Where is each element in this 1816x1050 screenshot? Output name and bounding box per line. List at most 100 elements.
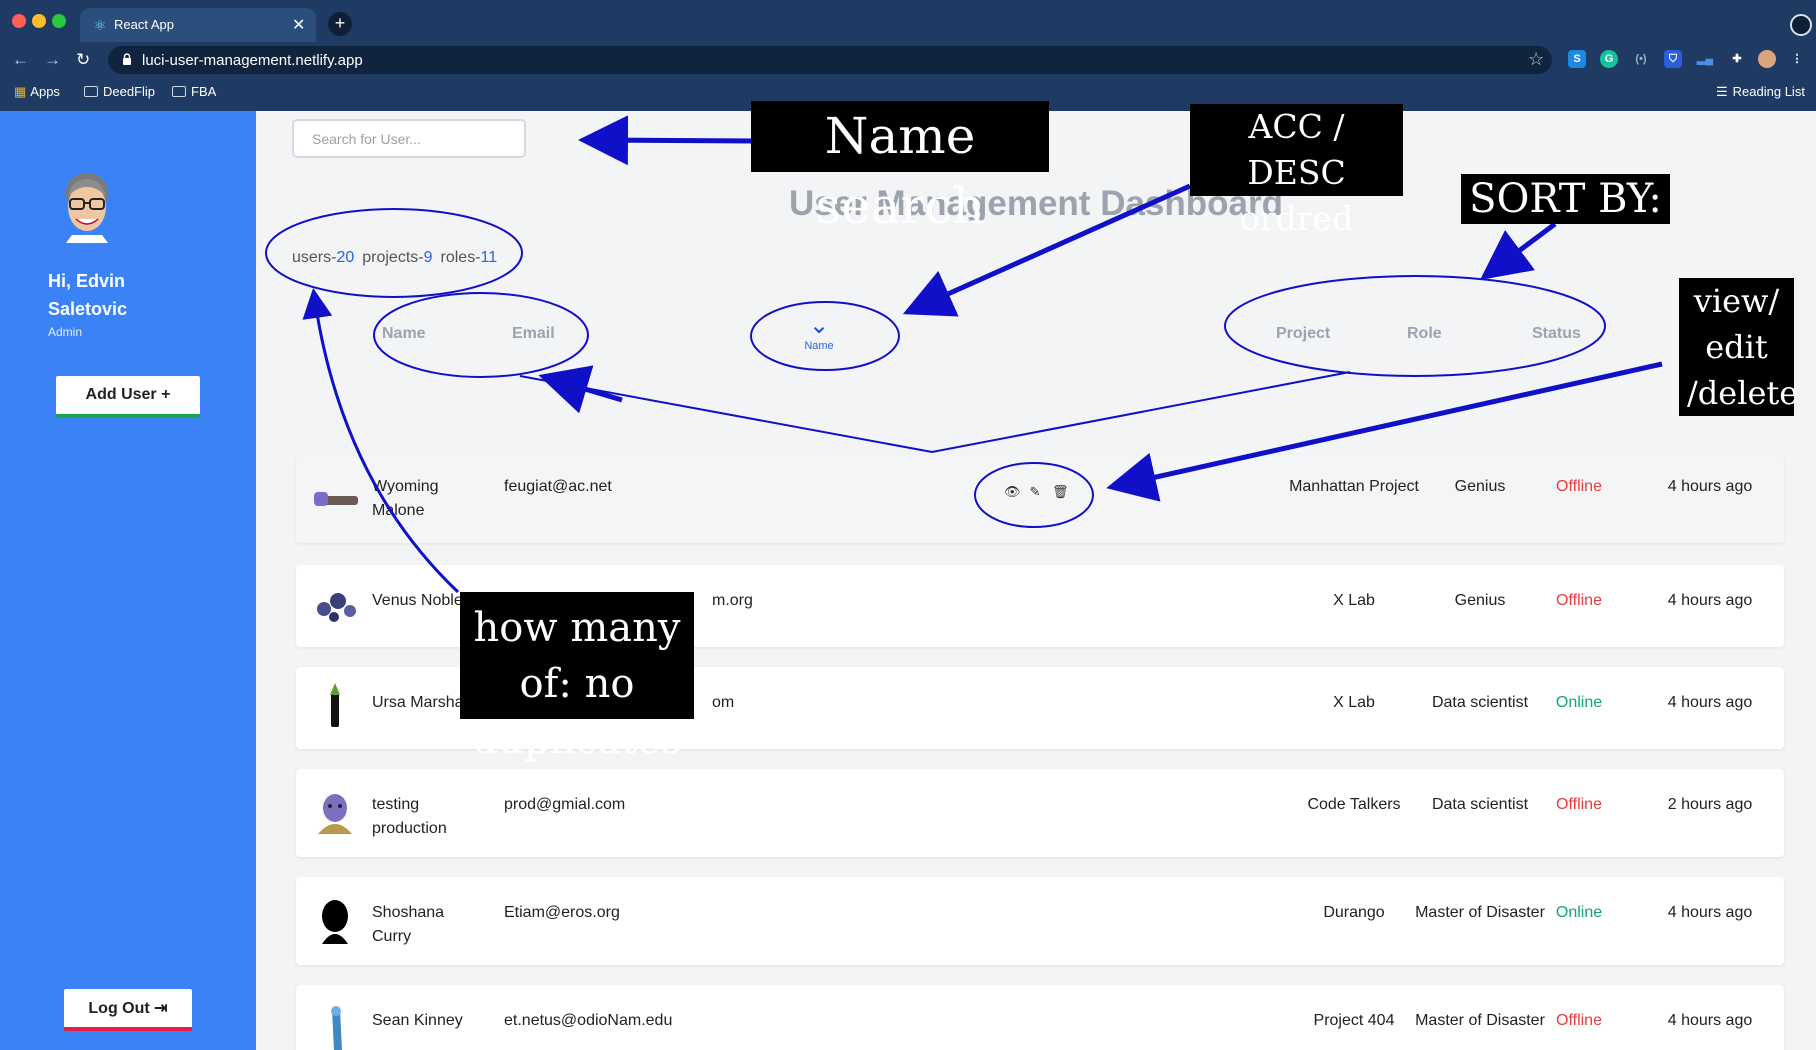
last-active: 4 hours ago [1667, 478, 1753, 495]
tab-title: React App [114, 17, 174, 32]
user-email: prod@gmial.com [504, 796, 626, 813]
user-status: Offline [1556, 478, 1602, 495]
user-email: et.netus@odioNam.edu [504, 1012, 673, 1029]
last-active: 4 hours ago [1667, 694, 1753, 711]
users-count: 20 [336, 249, 355, 266]
url-text: luci-user-management.netlify.app [142, 52, 363, 69]
roles-count-label: roles- [440, 249, 481, 266]
folder-icon [84, 86, 98, 97]
lock-icon [123, 53, 131, 65]
user-avatar [65, 173, 109, 243]
user-avatar [318, 794, 352, 834]
user-name: Venus Noble [372, 592, 463, 609]
sort-by-status-header[interactable]: Status [1532, 325, 1581, 343]
close-window-button[interactable] [12, 14, 26, 28]
user-email: om [712, 694, 735, 711]
user-status: Online [1555, 694, 1603, 711]
roles-count: 11 [480, 249, 498, 266]
user-email: feugiat@ac.net [504, 478, 612, 495]
annotation-actions: view/ edit /delete [1679, 278, 1798, 416]
projects-count-label: projects- [362, 249, 424, 266]
browser-profile-icon[interactable] [1790, 14, 1812, 36]
browser-chrome: ⚛ React App ✕ + ← → ↻ luci-user-manageme… [0, 0, 1816, 111]
bookmark-star-icon[interactable]: ☆ [1528, 49, 1544, 70]
last-active: 2 hours ago [1667, 796, 1753, 813]
name-email-arrow [538, 365, 623, 414]
sort-by-project-header[interactable]: Project [1276, 325, 1330, 343]
user-email: Etiam@eros.org [504, 904, 620, 921]
row-actions: 👁 ✎ 🗑 [1004, 485, 1069, 499]
projects-count: 9 [423, 249, 433, 266]
reading-list[interactable]: ☰ Reading List [1716, 84, 1805, 100]
search-input[interactable] [292, 119, 526, 158]
extension-chart-icon[interactable]: ▂▄ [1696, 50, 1714, 68]
table-row[interactable]: Sean Kinney et.netus@odioNam.edu Project… [296, 985, 1784, 1050]
extension-s-icon[interactable]: S [1568, 50, 1586, 68]
fba-bookmark[interactable]: FBA [172, 84, 216, 99]
apps-grid-icon: ▦ [14, 84, 27, 99]
user-status: Offline [1556, 592, 1602, 609]
address-bar[interactable]: luci-user-management.netlify.app ☆ [108, 46, 1552, 74]
last-active: 4 hours ago [1667, 1012, 1753, 1029]
browser-tab[interactable]: ⚛ React App ✕ [80, 8, 316, 42]
sort-order-toggle[interactable]: ⌄ Name [794, 312, 844, 353]
maximize-window-button[interactable] [52, 14, 66, 28]
reading-list-icon: ☰ [1716, 84, 1728, 99]
shield-icon[interactable]: ⛉ [1664, 50, 1682, 68]
chevron-down-icon: ⌄ [808, 312, 830, 339]
greeting-text: Hi, Edvin Saletovic [48, 271, 128, 319]
user-status: Online [1555, 904, 1603, 921]
deedflip-bookmark[interactable]: DeedFlip [84, 84, 155, 99]
menu-dots-icon[interactable]: ⋮ [1788, 50, 1806, 68]
edit-icon[interactable]: ✎ [1028, 485, 1042, 499]
annotation-counts: how many of: no duplicates [460, 592, 694, 763]
table-row[interactable]: testing production prod@gmial.com Code T… [296, 769, 1784, 857]
logout-icon: ⇥ [154, 1000, 168, 1017]
connector-line [519, 371, 1351, 454]
last-active: 4 hours ago [1667, 904, 1753, 921]
back-arrow-icon[interactable]: ← [12, 50, 29, 70]
user-name: Wyoming Malone [372, 478, 439, 519]
user-name: Sean Kinney [372, 1012, 463, 1029]
new-tab-button[interactable]: + [328, 12, 352, 36]
user-avatar [314, 492, 358, 506]
users-count-label: users- [292, 249, 337, 266]
user-avatar [322, 900, 348, 944]
user-avatar [330, 683, 340, 727]
user-profile-icon[interactable] [1758, 50, 1776, 68]
annotation-name-search: Name search [751, 101, 1049, 235]
user-status: Offline [1556, 796, 1602, 813]
reload-icon[interactable]: ↻ [76, 50, 90, 70]
delete-icon[interactable]: 🗑 [1052, 485, 1069, 499]
user-name: testing production [372, 796, 447, 837]
add-user-button[interactable]: Add User + [56, 376, 200, 418]
logout-label: Log Out [88, 1000, 150, 1017]
user-avatar [317, 593, 356, 622]
name-search-arrow [578, 115, 753, 166]
sort-by-name-header[interactable]: Name [382, 325, 426, 343]
logout-button[interactable]: Log Out ⇥ [64, 989, 192, 1031]
user-name: Ursa Marsha [372, 694, 464, 711]
minimize-window-button[interactable] [32, 14, 46, 28]
sort-by-role-header[interactable]: Role [1407, 325, 1442, 343]
extension-bracket-icon[interactable]: (•) [1632, 50, 1650, 68]
sort-by-email-header[interactable]: Email [512, 325, 555, 343]
stats-summary: users-20 projects-9 roles-11 [292, 249, 497, 267]
react-icon: ⚛ [93, 17, 107, 33]
puzzle-icon[interactable]: ✚ [1728, 50, 1746, 68]
forward-arrow-icon[interactable]: → [44, 50, 61, 70]
grammarly-icon[interactable]: G [1600, 50, 1618, 68]
close-tab-icon[interactable]: ✕ [292, 15, 305, 35]
user-avatar [331, 1006, 342, 1050]
user-email: m.org [712, 592, 753, 609]
view-icon[interactable]: 👁 [1004, 485, 1021, 499]
last-active: 4 hours ago [1667, 592, 1753, 609]
user-name: Shoshana Curry [372, 904, 445, 945]
annotation-sort-order: ACC / DESC ordred [1190, 104, 1403, 238]
user-status: Offline [1556, 1012, 1602, 1029]
sidebar: Hi, Edvin Saletovic Admin Add User + Log… [0, 111, 256, 1050]
table-row[interactable]: Wyoming Malone feugiat@ac.net 👁 ✎ 🗑 Manh… [296, 455, 1784, 543]
apps-bookmark[interactable]: ▦ Apps [14, 84, 60, 100]
table-row[interactable]: Shoshana Curry Etiam@eros.org Durango Ma… [296, 877, 1784, 965]
folder-icon [172, 86, 186, 97]
